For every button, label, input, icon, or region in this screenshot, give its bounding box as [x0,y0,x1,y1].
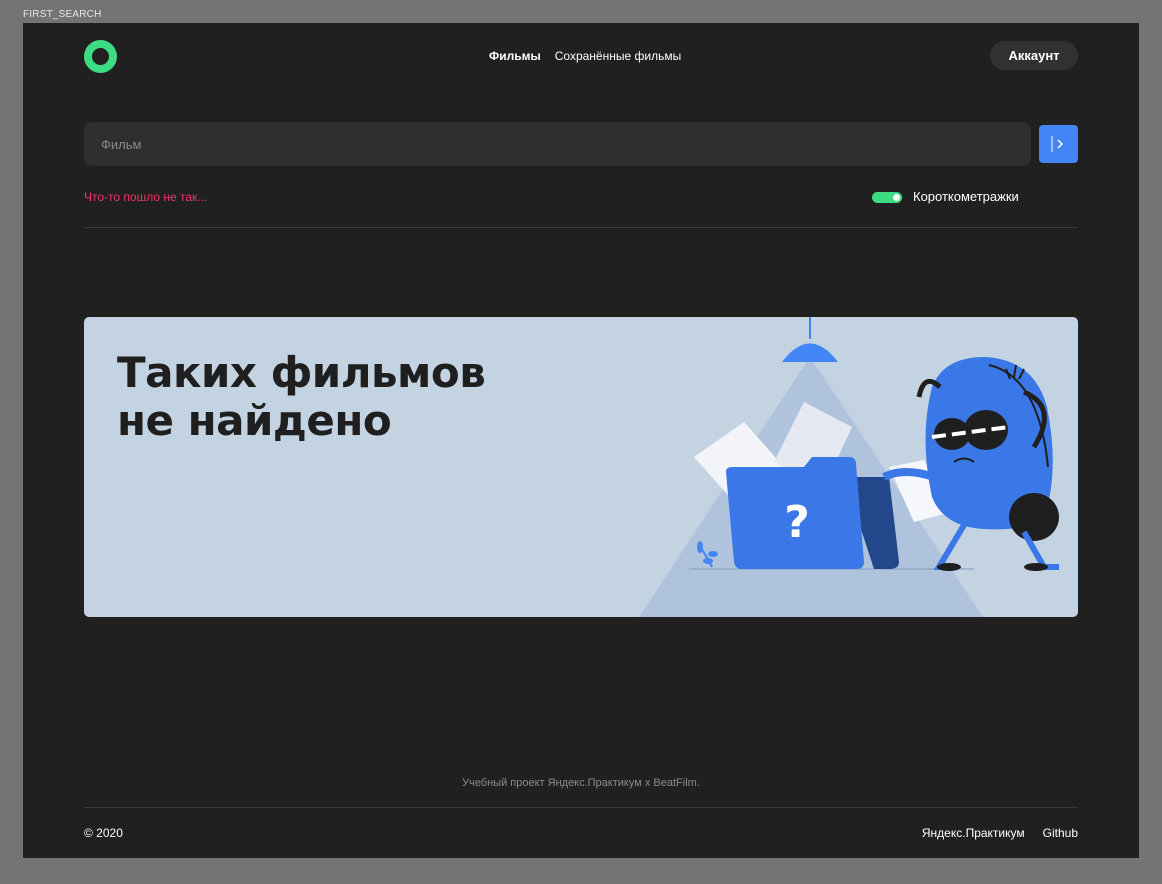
not-found-title-line-1: Таких фильмов [117,348,486,397]
footer-link-github[interactable]: Github [1043,826,1078,840]
nav-item-saved-movies[interactable]: Сохранённые фильмы [555,49,681,63]
divider [84,227,1078,228]
search-submit-button[interactable] [1039,125,1078,163]
search-input[interactable] [84,122,1031,166]
short-films-toggle[interactable] [872,192,902,203]
short-films-label: Короткометражки [913,189,1019,204]
toggle-knob [893,194,900,201]
search-box [84,122,1031,166]
frame-label: FIRST_SEARCH [23,9,102,20]
search-error-message: Что-то пошло не так... [84,190,208,204]
copyright: © 2020 [84,826,123,840]
footer-links: Яндекс.Практикум Github [922,826,1078,840]
logo-icon[interactable] [84,40,117,73]
not-found-banner: ? Таких фильмов не найдено [84,317,1078,617]
not-found-title: Таких фильмов не найдено [117,348,486,445]
footer-divider [84,807,1078,808]
svg-text:?: ? [784,497,810,548]
footer-link-yandex-practicum[interactable]: Яндекс.Практикум [922,826,1025,840]
nav-item-movies[interactable]: Фильмы [489,49,541,63]
page: Фильмы Сохранённые фильмы Аккаунт Что-то… [23,23,1139,858]
footer-project-text: Учебный проект Яндекс.Практикум х BeatFi… [462,777,700,789]
main-nav: Фильмы Сохранённые фильмы [489,49,681,63]
account-button-label: Аккаунт [1008,48,1060,63]
account-button[interactable]: Аккаунт [990,41,1078,70]
chevron-right-icon [1051,136,1063,152]
not-found-title-line-2: не найдено [117,396,392,445]
